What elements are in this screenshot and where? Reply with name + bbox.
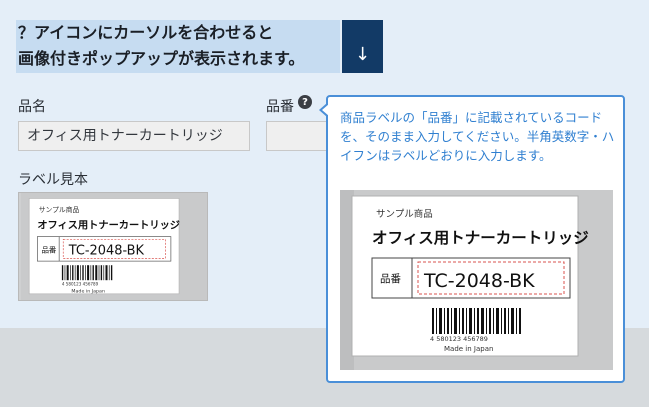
thumb-label-field: 品番 (41, 244, 56, 254)
label-sample-thumbnail: サンプル商品 オフィス用トナーカートリッジ 品番 TC-2048-BK 4 58… (18, 192, 208, 301)
product-number-label: 品番 (266, 99, 294, 115)
instruction-line-2: 画像付きポップアップが表示されます。 (18, 49, 305, 68)
thumb-barcode-digits: 4 580123 456789 (62, 282, 99, 287)
thumb-label-origin: Made in Japan (71, 288, 105, 294)
label-code: TC-2048-BK (423, 270, 535, 292)
product-name-label: 品名 (18, 99, 46, 115)
label-header: サンプル商品 (376, 208, 433, 220)
label-sample-title: ラベル見本 (18, 172, 88, 188)
instruction-text: ？アイコンにカーソルを合わせると 画像付きポップアップが表示されます。 (18, 20, 304, 72)
label-origin: Made in Japan (444, 345, 493, 353)
thumb-label-header: サンプル商品 (39, 205, 80, 214)
label-product: オフィス用トナーカートリッジ (372, 229, 589, 247)
tooltip-text: 商品ラベルの「品番」に記載されているコードを、そのまま入力してください。半角英数… (340, 110, 615, 163)
instruction-line-1: ？アイコンにカーソルを合わせると (18, 23, 274, 42)
help-icon[interactable]: ? (298, 95, 312, 109)
label-field: 品番 (380, 273, 401, 285)
arrow-down-icon: ↓ (354, 44, 371, 65)
product-name-input[interactable]: オフィス用トナーカートリッジ (18, 121, 250, 151)
help-tooltip-popup: 商品ラベルの「品番」に記載されているコードを、そのまま入力してください。半角英数… (319, 95, 625, 383)
scroll-down-button[interactable]: ↓ (342, 20, 383, 73)
thumb-label-code: TC-2048-BK (68, 243, 145, 258)
tooltip-label-image: サンプル商品 オフィス用トナーカートリッジ 品番 TC-2048-BK 4 58… (340, 190, 613, 370)
barcode-digits: 4 580123 456789 (430, 335, 488, 343)
thumb-label-product: オフィス用トナーカートリッジ (37, 219, 180, 231)
